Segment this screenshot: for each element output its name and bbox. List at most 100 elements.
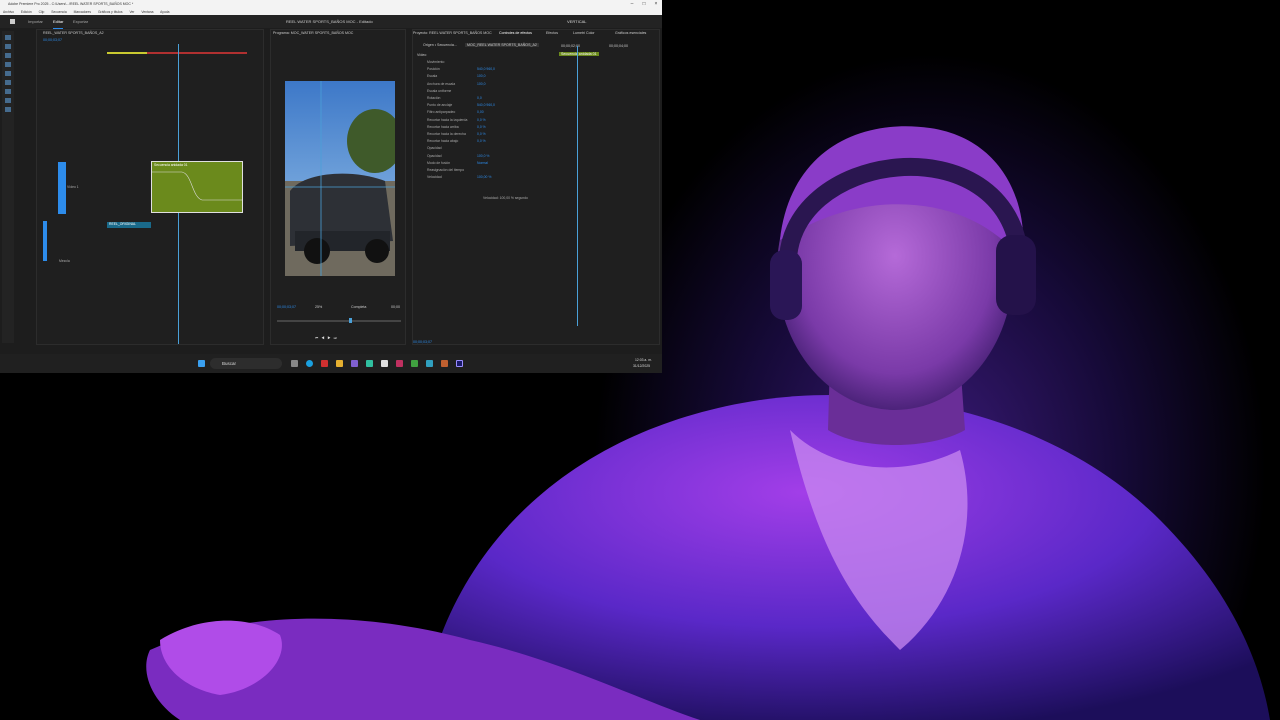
tab-effects[interactable]: Efectos [546, 31, 558, 35]
hand-tool-icon[interactable] [5, 98, 11, 103]
property-name: Recortar hacia abajo [427, 139, 459, 144]
menu-window[interactable]: Ventana [141, 10, 153, 14]
app-icon-red[interactable] [321, 360, 328, 367]
clip-keyframe-graph [152, 171, 242, 201]
mode-export[interactable]: Exportar [73, 15, 88, 28]
taskbar-search[interactable]: Buscar [210, 358, 282, 369]
timeline-tab[interactable]: REEL_WATER SPORTS_BAÑOS_A2 [43, 31, 104, 35]
effect-controls-panel: Proyecto: REEL WATER SPORTS_BAÑOS MOC Co… [412, 29, 660, 345]
program-scrubber[interactable] [277, 320, 401, 322]
app-icon-orange[interactable] [441, 360, 448, 367]
property-name: Velocidad [427, 175, 442, 180]
maximize-button[interactable]: □ [638, 0, 650, 9]
property-name: Filtro antiparpadeo [427, 110, 456, 115]
tab-project[interactable]: Proyecto: REEL WATER SPORTS_BAÑOS MOC [413, 31, 492, 35]
type-tool-icon[interactable] [5, 107, 11, 112]
edge-icon[interactable] [306, 360, 313, 367]
quality-select[interactable]: Completa [351, 305, 366, 309]
property-name: Reasignación del tiempo [427, 168, 465, 172]
property-value[interactable]: 100,00 % [477, 175, 491, 179]
property-value[interactable]: 0,0 [477, 96, 482, 100]
menu-help[interactable]: Ayuda [160, 10, 169, 14]
tab-essential-graphics[interactable]: Gráficos esenciales [615, 31, 646, 35]
app-icon-teal[interactable] [366, 360, 373, 367]
home-icon[interactable] [10, 19, 15, 24]
clock-date[interactable]: 31/12/2025 [633, 364, 650, 368]
clock-time[interactable]: 12:03 a. m. [635, 358, 652, 362]
property-name: Anchura de escala [427, 81, 456, 86]
transport-controls[interactable]: ⏮◀▶⏭ [315, 336, 340, 340]
audio-clip[interactable]: REEL_ORIGINAL [107, 222, 151, 228]
selection-tool-icon[interactable] [5, 35, 11, 40]
property-name: Posición [427, 67, 440, 72]
program-tab[interactable]: Programa: MOC_WATER SPORTS_BAÑOS MOC [273, 31, 353, 35]
effect-playhead[interactable] [577, 46, 578, 326]
program-timecode[interactable]: 00;00;03;07 [277, 305, 296, 309]
duration-readout: 00;00 [391, 305, 400, 309]
menu-clip[interactable]: Clip [39, 10, 45, 14]
property-value[interactable]: 100,0 % [477, 154, 489, 158]
workspace-label[interactable]: VERTICAL [567, 15, 587, 28]
property-value[interactable]: 100,0 [477, 74, 486, 78]
source-select[interactable]: Origen • Secuencia... [423, 43, 457, 47]
tab-lumetri[interactable]: Lumetri Color [573, 31, 595, 35]
app-icon-green[interactable] [411, 360, 418, 367]
property-value[interactable]: 540,0 960,0 [477, 103, 495, 107]
menu-sequence[interactable]: Secuencia [51, 10, 66, 14]
property-name: Opacidad [427, 153, 442, 158]
minimize-button[interactable]: – [626, 0, 638, 9]
program-video-frame [285, 81, 395, 276]
property-value[interactable]: 0,0 % [477, 118, 486, 122]
app-header: Importar Editar Exportar REEL WATER SPOR… [0, 15, 662, 29]
property-value[interactable]: 100,0 [477, 82, 486, 86]
audio-track-targets[interactable] [43, 221, 47, 261]
task-view-icon[interactable] [291, 360, 298, 367]
menu-file[interactable]: Archivo [3, 10, 14, 14]
pen-tool-icon[interactable] [5, 80, 11, 85]
property-name: Recortar hacia arriba [427, 124, 459, 129]
window-title: Adobe Premiere Pro 2025 - C:\Users\...\R… [8, 2, 134, 6]
video-track-label: Vídeo 1 [67, 185, 79, 189]
property-value[interactable]: 540,0 960,0 [477, 67, 495, 71]
nested-sequence-clip[interactable]: Secuencia anidada 01 [151, 161, 243, 213]
app-icon-white[interactable] [381, 360, 388, 367]
speed-note: Velocidad: 100,00 % segundo [483, 196, 528, 200]
track-select-icon[interactable] [5, 44, 11, 49]
program-playhead[interactable] [349, 318, 352, 323]
sequence-select[interactable]: MOC_REEL WATER SPORTS_BAÑOS_A2 [465, 43, 539, 47]
timeline-ruler[interactable] [107, 46, 257, 56]
menu-graphics[interactable]: Gráficos y títulos [98, 10, 123, 14]
app-icon-cyan[interactable] [426, 360, 433, 367]
property-value[interactable]: 0,00 [477, 110, 484, 114]
slip-tool-icon[interactable] [5, 71, 11, 76]
menu-edit[interactable]: Edición [21, 10, 32, 14]
close-button[interactable]: × [650, 0, 662, 9]
menu-markers[interactable]: Marcadores [74, 10, 91, 14]
property-value[interactable]: 0,0 % [477, 132, 486, 136]
v1-track-target[interactable] [58, 162, 66, 214]
effect-clip-bar[interactable]: Secuencia anidada 01 [559, 52, 599, 56]
zoom-select[interactable]: 25% [315, 305, 322, 309]
timeline-timecode[interactable]: 00;00;03;07 [43, 38, 62, 42]
menu-view[interactable]: Ver [129, 10, 134, 14]
screen-capture: Adobe Premiere Pro 2025 - C:\Users\...\R… [0, 0, 662, 373]
project-title: REEL WATER SPORTS_BAÑOS MOC - Editado [286, 19, 373, 24]
mode-edit[interactable]: Editar [53, 15, 64, 29]
ripple-edit-icon[interactable] [5, 53, 11, 58]
property-value[interactable]: Normal [477, 161, 488, 165]
property-name: Movimiento [427, 60, 445, 64]
mode-import[interactable]: Importar [28, 15, 43, 28]
audio-clip-label: REEL_ORIGINAL [109, 222, 136, 226]
file-explorer-icon[interactable] [336, 360, 343, 367]
tab-effect-controls[interactable]: Controles de efectos [499, 31, 532, 35]
rectangle-tool-icon[interactable] [5, 89, 11, 94]
app-icon-purple[interactable] [351, 360, 358, 367]
windows-start-icon[interactable] [198, 360, 205, 367]
ruler-mark-b: 00;00;04;00 [609, 44, 628, 48]
app-icon-pink[interactable] [396, 360, 403, 367]
effect-timecode[interactable]: 00;00;03;07 [413, 340, 432, 344]
premiere-pro-icon[interactable] [456, 360, 463, 367]
property-value[interactable]: 0,0 % [477, 139, 486, 143]
property-value[interactable]: 0,0 % [477, 125, 486, 129]
razor-tool-icon[interactable] [5, 62, 11, 67]
